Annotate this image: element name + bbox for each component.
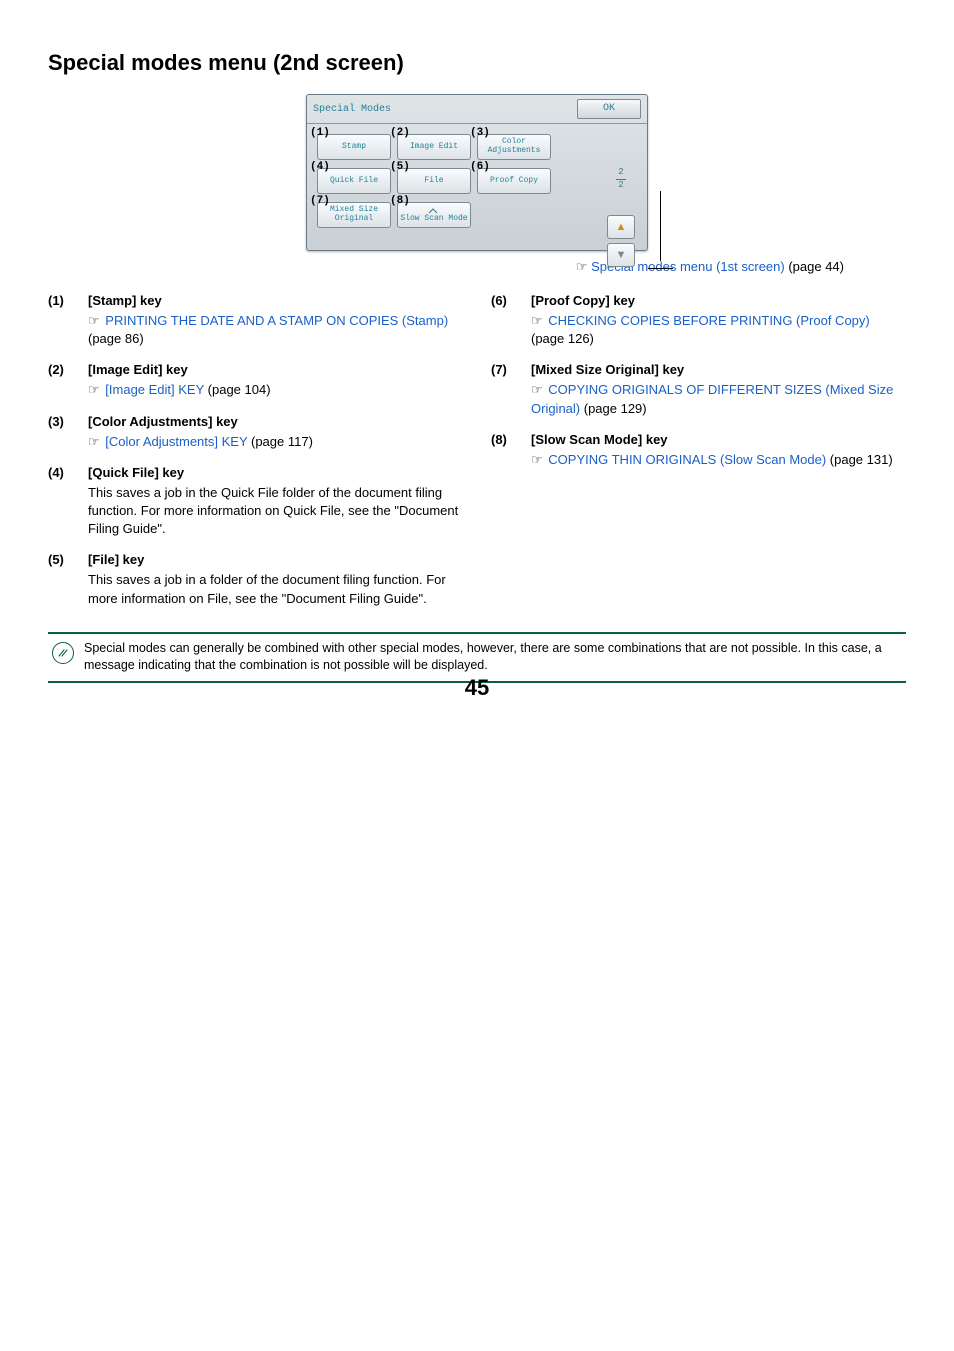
link-proof-copy-suffix: (page 126) xyxy=(531,331,594,346)
right-column: (6) [Proof Copy] key ☞ CHECKING COPIES B… xyxy=(491,293,906,622)
item-title-3: [Color Adjustments] key xyxy=(88,414,238,429)
callout-8: (8) xyxy=(390,195,410,207)
stamp-label: Stamp xyxy=(342,143,366,152)
left-column: (1) [Stamp] key ☞ PRINTING THE DATE AND … xyxy=(48,293,463,622)
callout-1: (1) xyxy=(310,127,330,139)
link-slow-scan-suffix: (page 131) xyxy=(826,452,893,467)
link-color-adjustments[interactable]: [Color Adjustments] KEY xyxy=(105,434,247,449)
ok-button[interactable]: OK xyxy=(577,99,641,119)
callout-3: (3) xyxy=(470,127,490,139)
item-num-8: (8) xyxy=(491,432,517,447)
callout-2: (2) xyxy=(390,127,410,139)
item-num-5: (5) xyxy=(48,552,74,567)
item-num-3: (3) xyxy=(48,414,74,429)
item-num-6: (6) xyxy=(491,293,517,308)
pointer-icon: ☞ xyxy=(88,313,100,328)
proof-copy-label: Proof Copy xyxy=(490,177,538,186)
arrow-up-icon: ▲ xyxy=(616,221,627,233)
item-num-7: (7) xyxy=(491,362,517,377)
pointer-icon: ☞ xyxy=(576,259,588,274)
pointer-icon: ☞ xyxy=(531,313,543,328)
callout-4: (4) xyxy=(310,161,330,173)
item-title-8: [Slow Scan Mode] key xyxy=(531,432,668,447)
arrow-down-icon: ▼ xyxy=(616,249,627,261)
callout-5: (5) xyxy=(390,161,410,173)
link-image-edit[interactable]: [Image Edit] KEY xyxy=(105,382,204,397)
pointer-icon: ☞ xyxy=(88,382,100,397)
callout-connector-line xyxy=(660,191,661,261)
mixed-size-original-button[interactable]: (7) Mixed Size Original xyxy=(317,202,391,228)
slow-scan-mode-label: Slow Scan Mode xyxy=(400,215,467,224)
pointer-icon: ☞ xyxy=(531,382,543,397)
stamp-button[interactable]: (1) Stamp xyxy=(317,134,391,160)
item-title-2: [Image Edit] key xyxy=(88,362,188,377)
link-mixed-size-suffix: (page 129) xyxy=(580,401,647,416)
quick-file-label: Quick File xyxy=(330,177,378,186)
page-indicator-total: 2 xyxy=(616,181,626,191)
link-proof-copy[interactable]: CHECKING COPIES BEFORE PRINTING (Proof C… xyxy=(548,313,869,328)
link-slow-scan[interactable]: COPYING THIN ORIGINALS (Slow Scan Mode) xyxy=(548,452,826,467)
file-label: File xyxy=(424,177,443,186)
item-title-1: [Stamp] key xyxy=(88,293,162,308)
callout-6: (6) xyxy=(470,161,490,173)
page-indicator-current: 2 xyxy=(616,168,626,178)
note-text: Special modes can generally be combined … xyxy=(84,640,900,675)
item-title-5: [File] key xyxy=(88,552,144,567)
link-color-adjustments-suffix: (page 117) xyxy=(247,434,313,449)
item-num-2: (2) xyxy=(48,362,74,377)
pointer-icon: ☞ xyxy=(88,434,100,449)
mixed-size-original-label: Mixed Size Original xyxy=(320,206,388,224)
item-num-1: (1) xyxy=(48,293,74,308)
panel-title: Special Modes xyxy=(313,104,391,115)
image-edit-button[interactable]: (2) Image Edit xyxy=(397,134,471,160)
page-up-button[interactable]: ▲ xyxy=(607,215,635,239)
item-body-5: This saves a job in a folder of the docu… xyxy=(88,571,463,607)
item-title-6: [Proof Copy] key xyxy=(531,293,635,308)
callout-7: (7) xyxy=(310,195,330,207)
link-1st-screen-suffix: (page 44) xyxy=(785,259,844,274)
file-button[interactable]: (5) File xyxy=(397,168,471,194)
quick-file-button[interactable]: (4) Quick File xyxy=(317,168,391,194)
slow-scan-mode-button[interactable]: (8) Slow Scan Mode xyxy=(397,202,471,228)
item-title-4: [Quick File] key xyxy=(88,465,184,480)
note-icon xyxy=(52,642,74,664)
section-title: Special modes menu (2nd screen) xyxy=(48,50,906,76)
item-body-4: This saves a job in the Quick File folde… xyxy=(88,484,463,539)
image-edit-label: Image Edit xyxy=(410,143,458,152)
pointer-icon: ☞ xyxy=(531,452,543,467)
ui-screenshot: Special Modes OK (1) Stamp (2) Image Edi… xyxy=(48,94,906,251)
page-number: 45 xyxy=(0,675,954,701)
proof-copy-button[interactable]: (6) Proof Copy xyxy=(477,168,551,194)
link-image-edit-suffix: (page 104) xyxy=(204,382,271,397)
link-stamp-suffix: (page 86) xyxy=(88,331,144,346)
color-adjustments-label: Color Adjustments xyxy=(480,138,548,156)
item-title-7: [Mixed Size Original] key xyxy=(531,362,684,377)
color-adjustments-button[interactable]: (3) Color Adjustments xyxy=(477,134,551,160)
link-stamp[interactable]: PRINTING THE DATE AND A STAMP ON COPIES … xyxy=(105,313,448,328)
page-down-button[interactable]: ▼ xyxy=(607,243,635,267)
item-num-4: (4) xyxy=(48,465,74,480)
